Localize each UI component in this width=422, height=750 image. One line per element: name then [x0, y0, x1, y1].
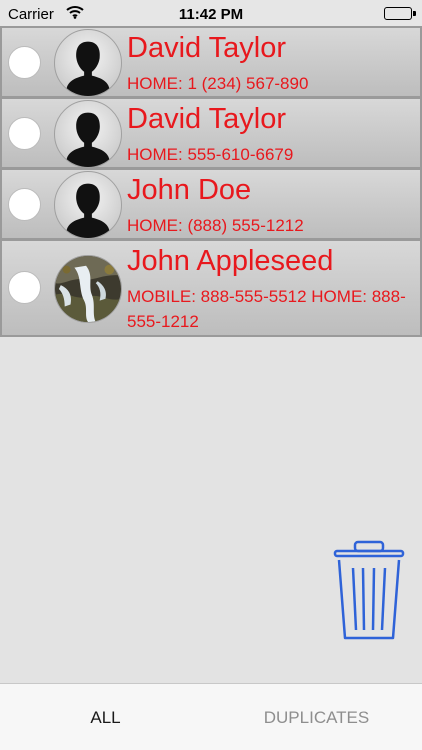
silhouette-icon — [66, 112, 110, 167]
avatar — [54, 255, 122, 323]
contact-phone: HOME: 1 (234) 567-890 — [127, 74, 309, 93]
tab-bar: ALL DUPLICATES — [0, 683, 422, 750]
contact-name: John Appleseed — [127, 245, 334, 277]
clock: 11:42 PM — [178, 6, 244, 23]
status-bar: Carrier 11:42 PM — [0, 0, 422, 28]
delete-button[interactable] — [333, 540, 405, 642]
tab-all[interactable]: ALL — [0, 684, 211, 750]
contact-name: David Taylor — [127, 32, 287, 64]
contact-phone: MOBILE: 888-555-5512 HOME: 888-555-1212 — [127, 287, 406, 331]
select-checkbox[interactable] — [8, 271, 41, 304]
avatar — [54, 100, 122, 168]
contact-row[interactable]: David Taylor HOME: 555-610-6679 — [0, 97, 422, 169]
trash-icon — [333, 540, 405, 640]
select-checkbox[interactable] — [8, 117, 41, 150]
contact-name: David Taylor — [127, 103, 287, 135]
contact-row[interactable]: John Doe HOME: (888) 555-1212 — [0, 168, 422, 240]
select-checkbox[interactable] — [8, 188, 41, 221]
contact-name: John Doe — [127, 174, 252, 206]
tab-duplicates[interactable]: DUPLICATES — [211, 684, 422, 750]
contact-phone: HOME: 555-610-6679 — [127, 145, 294, 164]
contact-phone: HOME: (888) 555-1212 — [127, 216, 304, 235]
battery-icon — [384, 7, 416, 20]
contact-row[interactable]: David Taylor HOME: 1 (234) 567-890 — [0, 26, 422, 98]
contact-row[interactable]: John Appleseed MOBILE: 888-555-5512 HOME… — [0, 239, 422, 337]
select-checkbox[interactable] — [8, 46, 41, 79]
silhouette-icon — [66, 183, 110, 238]
contact-list: David Taylor HOME: 1 (234) 567-890 David… — [0, 26, 422, 337]
avatar — [54, 171, 122, 239]
waterfall-photo — [55, 256, 121, 322]
avatar — [54, 29, 122, 97]
silhouette-icon — [66, 41, 110, 96]
